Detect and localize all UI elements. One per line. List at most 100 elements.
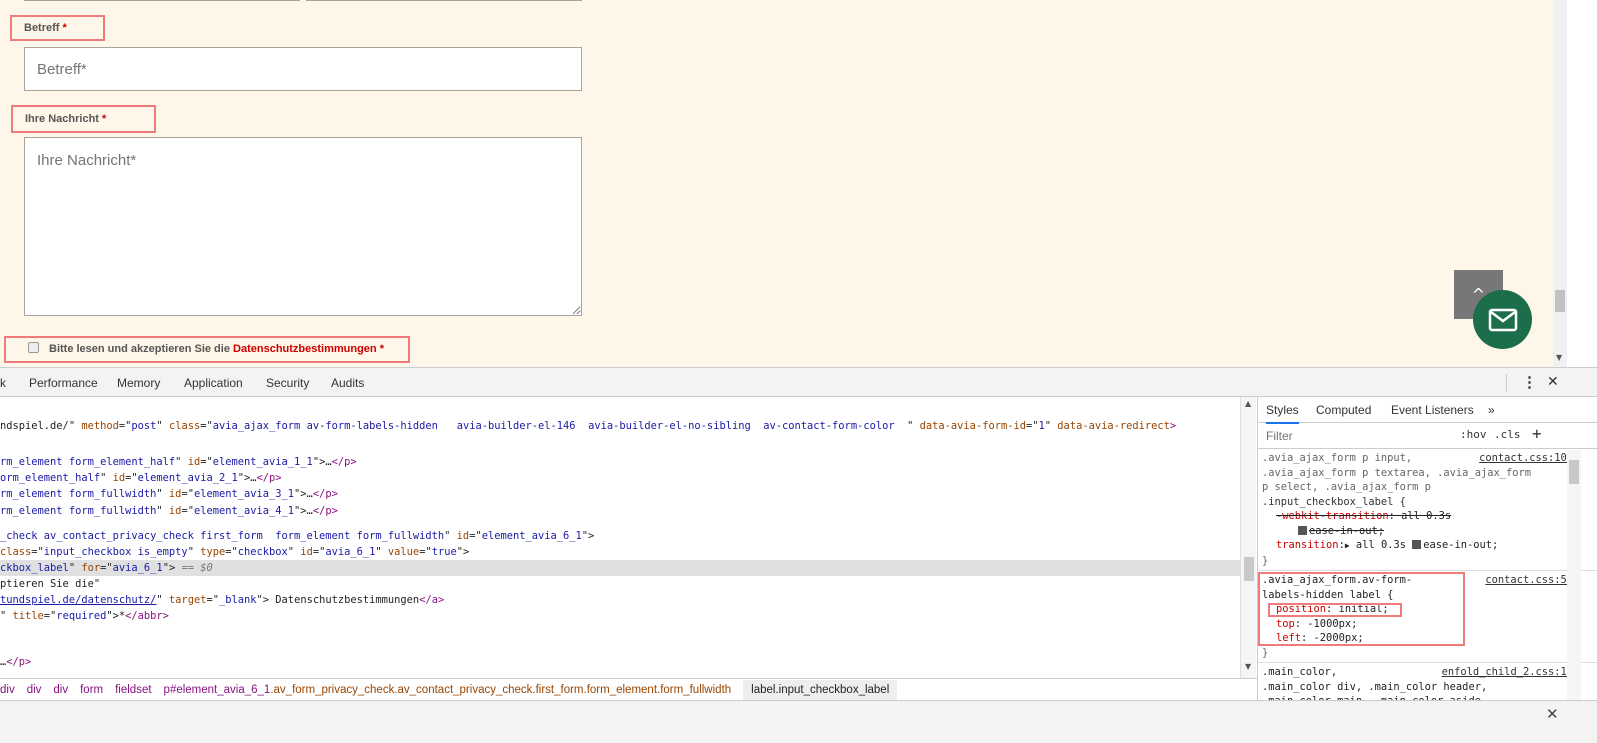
dom-node-row[interactable]: rm_element form_element_half" id="elemen… [0,454,1240,470]
dom-node-row[interactable] [0,439,1240,455]
tab-computed[interactable]: Computed [1316,403,1371,417]
elements-scrollbar[interactable]: ▲ ▼ [1240,397,1256,678]
hov-toggle[interactable]: :hov [1460,428,1487,441]
crumb-div[interactable]: div [0,684,15,696]
attr-name: id [187,456,201,468]
scroll-down-arrow[interactable]: ▼ [1556,353,1562,362]
node-text: " [156,488,169,500]
dom-node-row[interactable]: _check av_contact_privacy_check first_fo… [0,528,1240,544]
close-brace: } [1262,646,1269,659]
attr-value: input_checkbox is_empty [43,546,188,558]
dom-node-row[interactable]: …</p> [0,654,1240,670]
tab-event-listeners[interactable]: Event Listeners [1391,403,1474,417]
close-devtools-icon[interactable]: ✕ [1547,373,1559,390]
message-textarea[interactable] [24,137,582,316]
tab-security[interactable]: Security [266,376,309,390]
dom-node-row[interactable]: rm_element form_fullwidth" id="element_a… [0,486,1240,502]
dom-node-row[interactable]: tundspiel.de/datenschutz/" target="_blan… [0,592,1240,608]
tab-audits[interactable]: Audits [331,376,364,390]
tab-styles[interactable]: Styles [1266,403,1299,424]
devtools-tabbar: k Performance Memory Application Securit… [0,367,1597,397]
css-property: transition [1276,539,1339,551]
more-options-icon[interactable]: ⋮ [1522,373,1537,391]
tab-network[interactable]: k [0,376,6,390]
node-text: " [68,562,82,574]
more-tabs-icon[interactable]: » [1488,403,1495,417]
dom-node-row[interactable]: ckbox_label" for="avia_6_1"> == $0 [0,560,1240,576]
scrollbar-thumb[interactable] [1244,557,1254,581]
dom-node-row[interactable]: class="input_checkbox is_empty" type="ch… [0,544,1240,560]
dom-node-row[interactable] [0,624,1240,640]
dom-node-row[interactable] [0,512,1240,528]
scrollbar-thumb[interactable] [1569,460,1579,484]
node-text: ndspiel.de/" [0,420,82,432]
crumb-p[interactable]: p#element_avia_6_1.av_form_privacy_check… [164,684,732,696]
message-label: Ihre Nachricht * [11,105,156,133]
attr-value: avia_6_1 [112,562,163,574]
node-text: " [156,420,169,432]
crumb-div[interactable]: div [53,684,68,696]
close-drawer-icon[interactable]: ✕ [1546,705,1559,723]
css-declaration[interactable]: transition:▶ all 0.3s ease-in-out; [1262,538,1565,554]
attr-name: value [387,546,420,558]
attr-name: id [456,530,470,542]
rule-source-link[interactable]: contact.css:103 [1479,451,1573,466]
easing-icon[interactable] [1412,540,1422,549]
styles-scrollbar[interactable] [1567,450,1581,700]
dom-node-row[interactable]: orm_element_half" id="element_avia_2_1">… [0,470,1240,486]
rule-source-link[interactable]: enfold_child_2.css:17 [1442,665,1573,680]
node-text: " [1044,420,1058,432]
scroll-down-arrow[interactable]: ▼ [1245,662,1251,671]
node-text: =" [312,546,326,558]
rule-source-link[interactable]: contact.css:56 [1485,573,1573,588]
scrollbar-thumb[interactable] [1555,290,1565,312]
tag: </p> [256,472,282,484]
crumb-form[interactable]: form [80,684,103,696]
message-label-text: Ihre Nachricht [25,113,99,125]
tab-application[interactable]: Application [184,376,243,390]
subject-input[interactable] [24,47,582,91]
style-rule: contact.css:103 .avia_ajax_form p input,… [1258,449,1597,571]
privacy-checkbox[interactable] [28,342,39,353]
contact-mail-button[interactable] [1473,290,1532,349]
cls-toggle[interactable]: .cls [1494,428,1521,441]
node-text: " [100,472,113,484]
scroll-up-arrow[interactable]: ▲ [1245,399,1251,408]
tag: </p> [312,488,338,500]
dom-node-row[interactable]: ptieren Sie die" [0,576,1240,592]
node-text: =" [181,488,194,500]
crumb-fieldset[interactable]: fieldset [115,684,151,696]
attr-name: target [168,594,207,606]
page-scrollbar[interactable]: ▼ [1553,0,1567,367]
css-declaration[interactable]: -webkit-transition: all 0.3s [1262,509,1565,524]
email-field[interactable] [306,0,582,1]
styles-pane: Styles Computed Event Listeners » :hov .… [1257,397,1597,707]
easing-icon[interactable] [1298,525,1307,535]
privacy-link[interactable]: Datenschutzbestimmungen [233,343,377,355]
required-mark: * [379,343,384,355]
tab-memory[interactable]: Memory [117,376,160,390]
node-text: ">… [312,456,332,468]
attr-value: _blank [218,594,257,606]
css-value: : all 0.3s [1388,510,1452,522]
divider [1506,374,1507,392]
styles-filter-input[interactable] [1260,426,1448,445]
crumb-div[interactable]: div [27,684,42,696]
css-property: -webkit-transition [1276,510,1389,522]
rule-selector: .input_checkbox_label { [1262,495,1406,508]
link[interactable]: tundspiel.de/datenschutz/ [0,594,156,606]
attr-name: title [12,610,44,622]
dom-node-row[interactable]: " title="required">*</abbr> [0,608,1240,624]
attr-name: id [168,488,182,500]
crumb-current-label[interactable]: label.input_checkbox_label [743,680,898,700]
node-text: =" [31,546,44,558]
name-field[interactable] [24,0,300,1]
dom-node-row[interactable]: ndspiel.de/" method="post" class="avia_a… [0,418,1240,434]
rule-selector: .main_color div, .main_color header, [1262,680,1488,693]
expand-triangle-icon[interactable]: ▶ [1345,541,1350,550]
node-text: "> [581,530,595,542]
tab-performance[interactable]: Performance [29,376,98,390]
tag: </abbr> [125,610,169,622]
node-text: "> [456,546,470,558]
new-rule-button[interactable]: + [1532,424,1542,443]
